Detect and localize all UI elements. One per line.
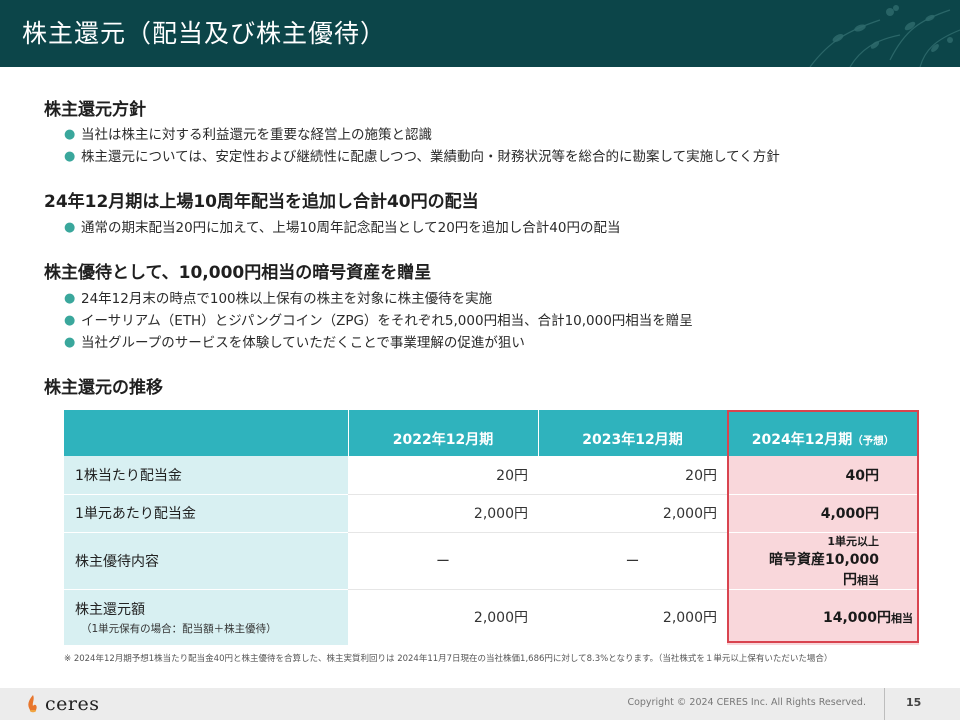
shareholder-return-table: 2022年12月期 2023年12月期 2024年12月期（予想） 1株当たり配… xyxy=(64,410,920,646)
row-label: 1株当たり配当金 xyxy=(64,456,348,494)
list-item: ● 通常の期末配当20円に加えて、上場10周年記念配当として20円を追加し合計40… xyxy=(64,217,620,239)
list-item: ● イーサリアム（ETH）とジパングコイン（ZPG）をそれぞれ5,000円相当、合… xyxy=(64,310,693,332)
flame-logo-icon xyxy=(28,695,37,713)
benefit-eligibility: 1単元以上 xyxy=(827,534,879,548)
column-header-2024: 2024年12月期（予想） xyxy=(727,410,920,456)
copyright-text: Copyright © 2024 CERES Inc. All Rights R… xyxy=(627,697,866,708)
footnote: ※ 2024年12月期予想1株当たり配当金40円と株主優待を合算した、株主実質利… xyxy=(64,654,833,664)
row-label: 株主優待内容 xyxy=(64,531,348,589)
bullet-icon: ● xyxy=(64,335,76,350)
policy-bullet-list: ● 当社は株主に対する利益還元を重要な経営上の施策と認識 ● 株主還元については、安… xyxy=(64,124,780,168)
cell-2022: ー xyxy=(348,531,538,589)
bullet-icon: ● xyxy=(64,220,76,235)
logo-text: ceres xyxy=(45,693,100,715)
section-heading-policy: 株主還元方針 xyxy=(44,100,146,120)
section-heading-benefit: 株主優待として、10,000円相当の暗号資産を贈呈 xyxy=(44,263,432,283)
bullet-icon: ● xyxy=(64,149,76,164)
cell-2022: 2,000円 xyxy=(348,588,538,645)
table-row: 1単元あたり配当金 2,000円 2,000円 4,000円 xyxy=(64,493,919,532)
list-item: ● 当社は株主に対する利益還元を重要な経営上の施策と認識 xyxy=(64,124,780,146)
cell-2024: 14,000円相当 xyxy=(727,588,919,645)
cell-2023: ー xyxy=(538,531,727,589)
column-header-2022: 2022年12月期 xyxy=(348,410,539,456)
column-header-2023: 2023年12月期 xyxy=(538,410,728,456)
benefit-bullet-list: ● 24年12月末の時点で100株以上保有の株主を対象に株主優待を実施 ● イーサリ… xyxy=(64,288,693,354)
cell-2023: 2,000円 xyxy=(538,588,727,645)
cell-2023: 2,000円 xyxy=(538,493,727,532)
dividend-bullet-list: ● 通常の期末配当20円に加えて、上場10周年記念配当として20円を追加し合計40… xyxy=(64,217,620,239)
cell-2024: 40円 xyxy=(727,456,919,494)
table-row: 株主還元額 （1単元保有の場合：配当額＋株主優待） 2,000円 2,000円 … xyxy=(64,588,919,645)
bullet-icon: ● xyxy=(64,313,76,328)
benefit-value: 暗号資産10,000円相当 xyxy=(768,551,879,588)
list-item: ● 24年12月末の時点で100株以上保有の株主を対象に株主優待を実施 xyxy=(64,288,693,310)
bullet-icon: ● xyxy=(64,127,76,142)
slide-header: 株主還元（配当及び株主優待） xyxy=(0,0,960,67)
table-row: 株主優待内容 ー ー 1単元以上 暗号資産10,000円相当 xyxy=(64,531,919,589)
page-number: 15 xyxy=(906,696,922,709)
section-heading-dividend: 24年12月期は上場10周年配当を追加し合計40円の配当 xyxy=(44,192,479,212)
row-label: 1単元あたり配当金 xyxy=(64,493,348,532)
cell-2024: 1単元以上 暗号資産10,000円相当 xyxy=(727,531,919,589)
row-label: 株主還元額 （1単元保有の場合：配当額＋株主優待） xyxy=(64,588,348,645)
row-sublabel: （1単元保有の場合：配当額＋株主優待） xyxy=(81,622,277,635)
cell-2024: 4,000円 xyxy=(727,493,919,532)
footer-divider xyxy=(884,688,885,720)
slide-title: 株主還元（配当及び株主優待） xyxy=(22,19,387,48)
cell-2022: 20円 xyxy=(348,456,538,494)
botanical-decoration-icon xyxy=(809,5,960,67)
cell-2023: 20円 xyxy=(538,456,727,494)
table-header-row: 2022年12月期 2023年12月期 2024年12月期（予想） xyxy=(64,410,920,456)
list-item: ● 株主還元については、安定性および継続性に配慮しつつ、業績動向・財務状況等を総合… xyxy=(64,146,780,168)
column-header-empty xyxy=(64,410,349,456)
section-heading-trend: 株主還元の推移 xyxy=(44,378,163,398)
company-logo: ceres xyxy=(26,692,99,716)
bullet-icon: ● xyxy=(64,291,76,306)
list-item: ● 当社グループのサービスを体験していただくことで事業理解の促進が狙い xyxy=(64,332,693,354)
forecast-note: （予想） xyxy=(852,435,895,447)
table-row: 1株当たり配当金 20円 20円 40円 xyxy=(64,456,919,494)
cell-2022: 2,000円 xyxy=(348,493,538,532)
slide-footer: ceres Copyright © 2024 CERES Inc. All Ri… xyxy=(0,688,960,720)
